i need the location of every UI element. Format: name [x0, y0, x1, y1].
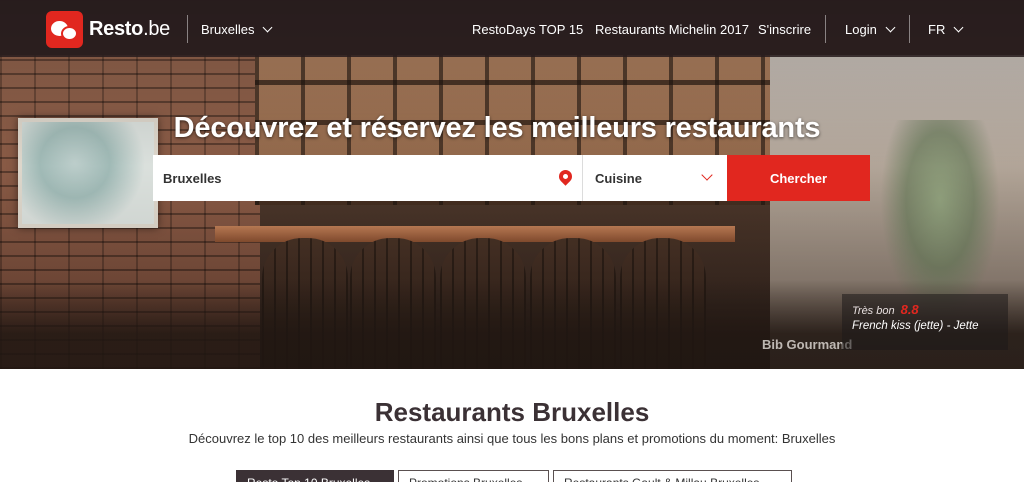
featured-rating: Très bon 8.8 [852, 302, 998, 317]
nav-link-restodays[interactable]: RestoDays TOP 15 [472, 22, 583, 37]
language-selector[interactable]: FR [928, 22, 964, 37]
login-menu[interactable]: Login [845, 22, 896, 37]
search-bar: Cuisine Chercher [153, 155, 870, 201]
featured-restaurant-card[interactable]: Très bon 8.8 French kiss (jette) - Jette [842, 294, 1008, 350]
city-selector-label: Bruxelles [201, 22, 255, 37]
nav-link-michelin[interactable]: Restaurants Michelin 2017 [595, 22, 749, 37]
rating-text: Très bon [852, 305, 895, 317]
featured-restaurant-name[interactable]: French kiss (jette) - Jette [852, 320, 998, 332]
section-title: Restaurants Bruxelles [374, 397, 650, 427]
section-subtitle: Découvrez le top 10 des meilleurs restau… [188, 431, 836, 446]
search-button[interactable]: Chercher [727, 155, 870, 201]
site-logo[interactable]: Resto.be [46, 11, 170, 48]
tab-gault-millau[interactable]: Restaurants Gault & Millau Bruxelles [553, 470, 792, 482]
nav-divider [187, 15, 188, 43]
cuisine-select[interactable]: Cuisine [582, 155, 727, 201]
bib-gourmand-label: Bib Gourmand [762, 337, 853, 352]
language-label: FR [928, 22, 946, 37]
chevron-down-icon [953, 22, 964, 33]
city-selector[interactable]: Bruxelles [201, 22, 273, 37]
tab-promotions[interactable]: Promotions Bruxelles [398, 470, 549, 482]
cuisine-select-value: Cuisine [595, 170, 642, 186]
hero-title: Découvrez et réservez les meilleurs rest… [173, 112, 821, 144]
nav-divider [825, 15, 826, 43]
chat-bubbles-icon [46, 11, 83, 48]
nav-divider [909, 15, 910, 43]
location-field[interactable] [153, 155, 582, 201]
content-tabs: Resto Top 10 Bruxelles Promotions Bruxel… [236, 470, 796, 482]
chevron-down-icon [885, 22, 896, 33]
chevron-down-icon [701, 169, 713, 181]
location-input[interactable] [163, 170, 543, 186]
logo-text: Resto.be [89, 18, 170, 40]
top-navigation: Resto.be Bruxelles RestoDays TOP 15 Rest… [0, 0, 1024, 57]
nav-link-signup[interactable]: S'inscrire [758, 22, 811, 37]
rating-score: 8.8 [900, 302, 919, 317]
tab-top10[interactable]: Resto Top 10 Bruxelles [236, 470, 394, 482]
login-label: Login [845, 22, 877, 37]
map-pin-icon[interactable] [556, 167, 575, 186]
chevron-down-icon [263, 22, 273, 33]
